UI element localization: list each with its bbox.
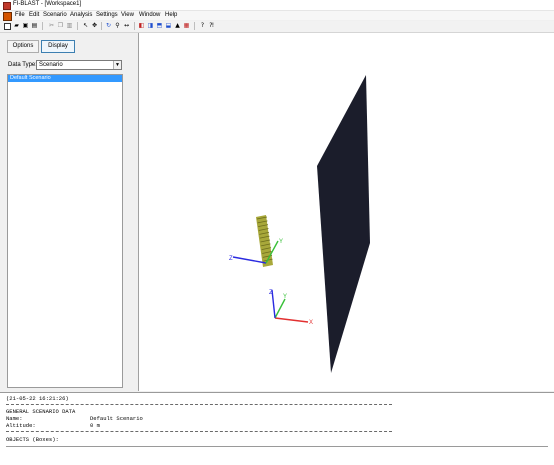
console-name-value: Default Scenario	[90, 415, 143, 422]
data-type-label: Data Type:	[8, 62, 37, 68]
view-front-icon[interactable]: ◧	[138, 22, 145, 29]
menu-edit[interactable]: Edit	[29, 12, 39, 18]
menu-bar: File Edit Scenario Analysis Settings Vie…	[0, 11, 554, 21]
data-type-select[interactable]: Scenario ▼	[36, 60, 122, 70]
pan-icon[interactable]: ↔	[123, 22, 130, 29]
title-bar: FI-BLAST - [Workspace1]	[0, 0, 554, 11]
world-x-axis	[274, 317, 309, 323]
document-icon[interactable]	[3, 12, 12, 21]
toolbar-separator	[101, 22, 102, 30]
view-top-icon[interactable]: ⬒	[156, 22, 163, 29]
world-y-label: Y	[283, 294, 287, 300]
copy-icon[interactable]: ❐	[57, 22, 64, 29]
app-window: FI-BLAST - [Workspace1] File Edit Scenar…	[0, 0, 554, 465]
data-type-value: Scenario	[39, 62, 63, 68]
move-icon[interactable]: ✥	[91, 22, 98, 29]
toolbar-separator	[134, 22, 135, 30]
toolbar-separator	[77, 22, 78, 30]
menu-scenario[interactable]: Scenario	[43, 12, 67, 18]
select-icon[interactable]: ↖	[82, 22, 89, 29]
console-timestamp: (21-05-22 16:21:26)	[6, 395, 69, 402]
scene-canvas[interactable]: Z Y X Y Z	[139, 33, 554, 391]
chevron-down-icon[interactable]: ▼	[113, 61, 121, 69]
menu-window[interactable]: Window	[139, 12, 160, 18]
console-altitude-label: Altitude:	[6, 422, 36, 429]
zoom-icon[interactable]: ⚲	[114, 22, 121, 29]
context-help-icon[interactable]: ⁈	[208, 22, 215, 29]
console-divider	[6, 404, 392, 405]
left-panel: Options Display Data Type: Scenario ▼ De…	[0, 33, 139, 391]
shape-icon[interactable]: ▲	[174, 22, 181, 29]
world-z-label: Z	[269, 290, 273, 296]
display-button[interactable]: Display	[41, 40, 75, 53]
world-y-axis	[274, 298, 286, 319]
menu-file[interactable]: File	[15, 12, 25, 18]
view-back-icon[interactable]: ◨	[147, 22, 154, 29]
view-side-icon[interactable]: ⬓	[165, 22, 172, 29]
3d-viewport[interactable]: Z Y X Y Z	[139, 33, 554, 391]
list-item-default-scenario[interactable]: Default Scenario	[8, 75, 122, 82]
console-altitude-value: 0 m	[90, 422, 100, 429]
object-y-label: Y	[279, 239, 283, 245]
app-logo-icon	[3, 2, 11, 10]
save-icon[interactable]: ▣	[22, 22, 29, 29]
console-divider	[6, 431, 392, 432]
grid-icon[interactable]: ▦	[183, 22, 190, 29]
console-objects-label: OBJECTS (Boxes):	[6, 436, 59, 443]
world-axes: X Y Z	[269, 289, 313, 326]
toolbar-separator	[194, 22, 195, 30]
toolbar-separator	[42, 22, 43, 30]
menu-view[interactable]: View	[121, 12, 134, 18]
scenario-list[interactable]: Default Scenario	[7, 74, 123, 388]
console-bottom-divider	[6, 446, 548, 447]
console-section-title: GENERAL SCENARIO DATA	[6, 408, 76, 415]
object-z-axis	[232, 256, 267, 264]
help-icon[interactable]: ?	[199, 22, 206, 29]
toolbar: ▰ ▣ ▤ ✂ ❐ ▥ ↖ ✥ ↻ ⚲ ↔ ◧ ◨ ⬒ ⬓ ▲ ▦ ? ⁈	[0, 21, 554, 33]
menu-analysis[interactable]: Analysis	[70, 12, 92, 18]
console-name-label: Name:	[6, 415, 23, 422]
object-z-label: Z	[229, 256, 233, 262]
new-file-icon[interactable]	[4, 23, 11, 30]
window-title: FI-BLAST - [Workspace1]	[13, 1, 82, 7]
cylinder-object[interactable]	[256, 215, 273, 267]
options-button[interactable]: Options	[7, 40, 39, 53]
object-axes: Z Y	[229, 239, 283, 264]
menu-settings[interactable]: Settings	[96, 12, 118, 18]
rotate-icon[interactable]: ↻	[105, 22, 112, 29]
world-x-label: X	[309, 320, 313, 326]
open-icon[interactable]: ▰	[13, 22, 20, 29]
cut-icon[interactable]: ✂	[48, 22, 55, 29]
output-console[interactable]: (21-05-22 16:21:26) GENERAL SCENARIO DAT…	[0, 392, 554, 465]
print-icon[interactable]: ▤	[31, 22, 38, 29]
plate-surface[interactable]	[317, 75, 370, 373]
paste-icon[interactable]: ▥	[66, 22, 73, 29]
menu-help[interactable]: Help	[165, 12, 177, 18]
